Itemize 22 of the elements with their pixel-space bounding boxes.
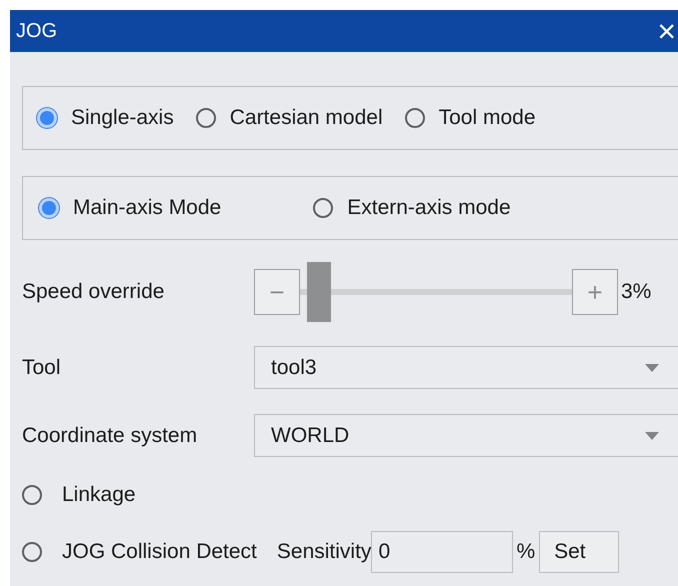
linkage-checkbox[interactable]: Linkage: [22, 483, 136, 507]
radio-option[interactable]: Main-axis Mode: [39, 196, 222, 220]
window-title: JOG: [16, 20, 58, 42]
slider-thumb[interactable]: [307, 262, 332, 322]
close-button[interactable]: ×: [657, 15, 676, 47]
speed-value: 3%: [621, 280, 652, 304]
field-label: Speed override: [22, 280, 166, 304]
collision-checkbox[interactable]: JOG Collision Detect: [22, 540, 257, 564]
dropdown[interactable]: WORLD: [254, 414, 678, 457]
unit-label: %: [516, 540, 536, 564]
field-label: Coordinate system: [22, 424, 198, 448]
set-button[interactable]: Set: [539, 531, 620, 573]
radio-option[interactable]: Cartesian model: [196, 106, 383, 130]
radio-option[interactable]: Extern-axis mode: [313, 196, 511, 220]
sensitivity-field[interactable]: 0: [371, 531, 514, 573]
radio-option[interactable]: Tool mode: [404, 106, 536, 130]
dropdown[interactable]: tool3: [254, 346, 678, 389]
radio-option[interactable]: Single-axis: [37, 106, 174, 130]
field-label: Sensitivity: [276, 540, 372, 564]
field-label: Tool: [22, 356, 62, 380]
caret-icon: [645, 364, 659, 372]
caret-icon: [645, 432, 659, 440]
